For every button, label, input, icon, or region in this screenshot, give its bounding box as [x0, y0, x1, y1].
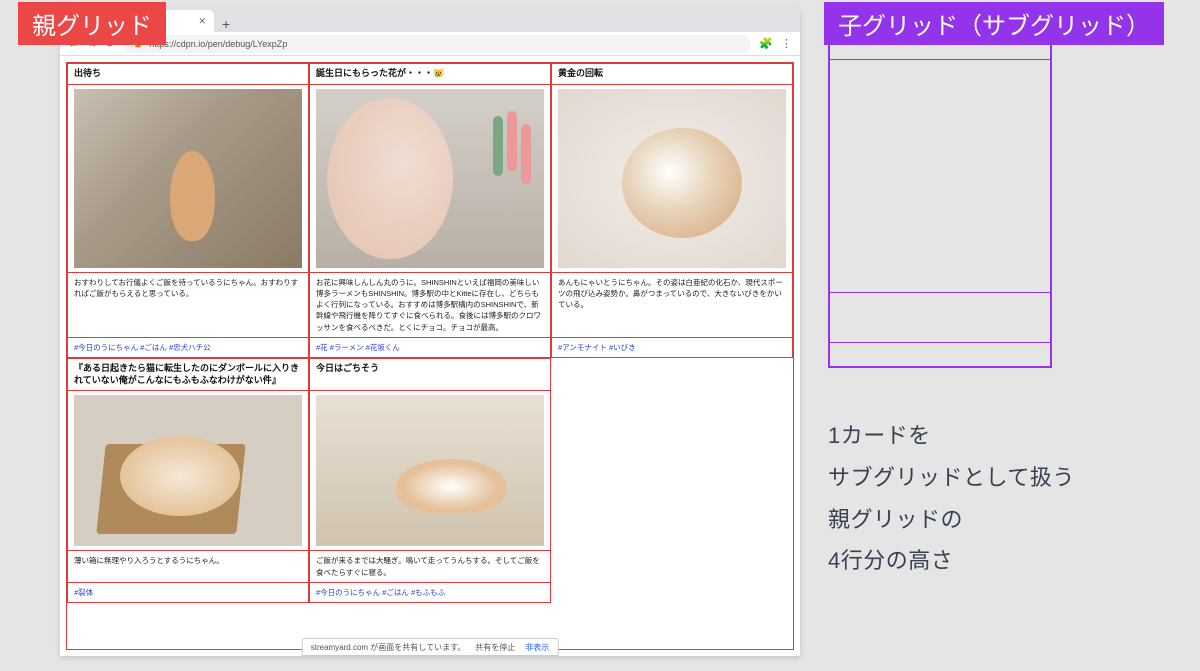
card-desc: 薄い箱に無理やり入ろうとするうにちゃん。: [68, 550, 308, 582]
card-tags[interactable]: #今日のうにちゃん #ごはん #もふもふ: [310, 582, 550, 602]
card-desc: おすわりしてお行儀よくご飯を待っているうにちゃん。おすわりすればご飯がもらえると…: [68, 272, 308, 337]
parent-grid-label: 親グリッド: [18, 2, 166, 45]
screen-share-bar: streamyard.com が画面を共有しています。 共有を停止 非表示: [302, 638, 559, 656]
card-image: [552, 84, 792, 272]
page-viewport: 出待ち おすわりしてお行儀よくご飯を待っているうにちゃん。おすわりすればご飯がも…: [60, 56, 800, 656]
url-field[interactable]: 🔒 https://cdpn.io/pen/debug/LYexpZp: [123, 35, 751, 53]
explain-line: 親グリッドの: [828, 499, 1075, 541]
card: 黄金の回転 あんもにゃいとうにちゃん。その姿は白亜紀の化石か、現代スポーツの飛び…: [551, 63, 793, 358]
explain-line: 1カードを: [828, 415, 1075, 457]
share-message: streamyard.com が画面を共有しています。: [311, 642, 466, 653]
card-image: [310, 390, 550, 550]
browser-window: ▢ ✕ + ← → ⟳ 🔒 https://cdpn.io/pen/debug/…: [60, 6, 800, 656]
child-grid-diagram: [828, 33, 1052, 368]
subgrid-row-3: [830, 292, 1050, 342]
card-tags[interactable]: #裂体: [68, 582, 308, 602]
new-tab-button[interactable]: +: [214, 16, 238, 32]
hide-bar-button[interactable]: 非表示: [525, 642, 549, 653]
tab-bar: ▢ ✕ +: [60, 6, 800, 32]
subgrid-row-4: [830, 342, 1050, 366]
subgrid-row-2: [830, 59, 1050, 292]
card-title: 『ある日起きたら猫に転生したのにダンボールに入りきれていない俺がこんなにもふもふ…: [68, 359, 308, 390]
card-image: [68, 84, 308, 272]
explanation-text: 1カードを サブグリッドとして扱う 親グリッドの 4行分の高さ: [828, 415, 1075, 582]
close-tab-icon[interactable]: ✕: [198, 16, 206, 27]
card-desc: お花に興味しんしん丸のうに。SHINSHINといえば福岡の美味しい博多ラーメンも…: [310, 272, 550, 337]
stop-sharing-button[interactable]: 共有を停止: [475, 642, 515, 653]
card-title: 出待ち: [68, 64, 308, 84]
card-tags[interactable]: #花 #ラーメン #花坂くん: [310, 337, 550, 357]
extensions-icon[interactable]: 🧩: [759, 37, 773, 50]
card: 『ある日起きたら猫に転生したのにダンボールに入りきれていない俺がこんなにもふもふ…: [67, 358, 309, 603]
explain-line: サブグリッドとして扱う: [828, 457, 1075, 499]
url-text: https://cdpn.io/pen/debug/LYexpZp: [149, 39, 287, 49]
card-desc: あんもにゃいとうにちゃん。その姿は白亜紀の化石か、現代スポーツの飛び込み姿勢か。…: [552, 272, 792, 337]
card-image: [68, 390, 308, 550]
card-image: [310, 84, 550, 272]
card-desc: ご飯が来るまでは大騒ぎ。鳴いて走ってうんちする。そしてご飯を食べたらすぐに寝る。: [310, 550, 550, 582]
explain-line: 4行分の高さ: [828, 540, 1075, 582]
address-bar: ← → ⟳ 🔒 https://cdpn.io/pen/debug/LYexpZ…: [60, 32, 800, 56]
card-title: 黄金の回転: [552, 64, 792, 84]
card-tags[interactable]: #アンモナイト #いびき: [552, 337, 792, 357]
overflow-menu-icon[interactable]: ⋮: [781, 37, 792, 50]
child-grid-label: 子グリッド（サブグリッド）: [824, 2, 1164, 45]
parent-grid: 出待ち おすわりしてお行儀よくご飯を待っているうにちゃん。おすわりすればご飯がも…: [66, 62, 794, 650]
card: 誕生日にもらった花が・・・😿 お花に興味しんしん丸のうに。SHINSHINといえ…: [309, 63, 551, 358]
card: 今日はごちそう ご飯が来るまでは大騒ぎ。鳴いて走ってうんちする。そしてご飯を食べ…: [309, 358, 551, 603]
card-tags[interactable]: #今日のうにちゃん #ごはん #忠犬ハチ公: [68, 337, 308, 357]
card: 出待ち おすわりしてお行儀よくご飯を待っているうにちゃん。おすわりすればご飯がも…: [67, 63, 309, 358]
card-title: 今日はごちそう: [310, 359, 550, 390]
card-title: 誕生日にもらった花が・・・😿: [310, 64, 550, 84]
